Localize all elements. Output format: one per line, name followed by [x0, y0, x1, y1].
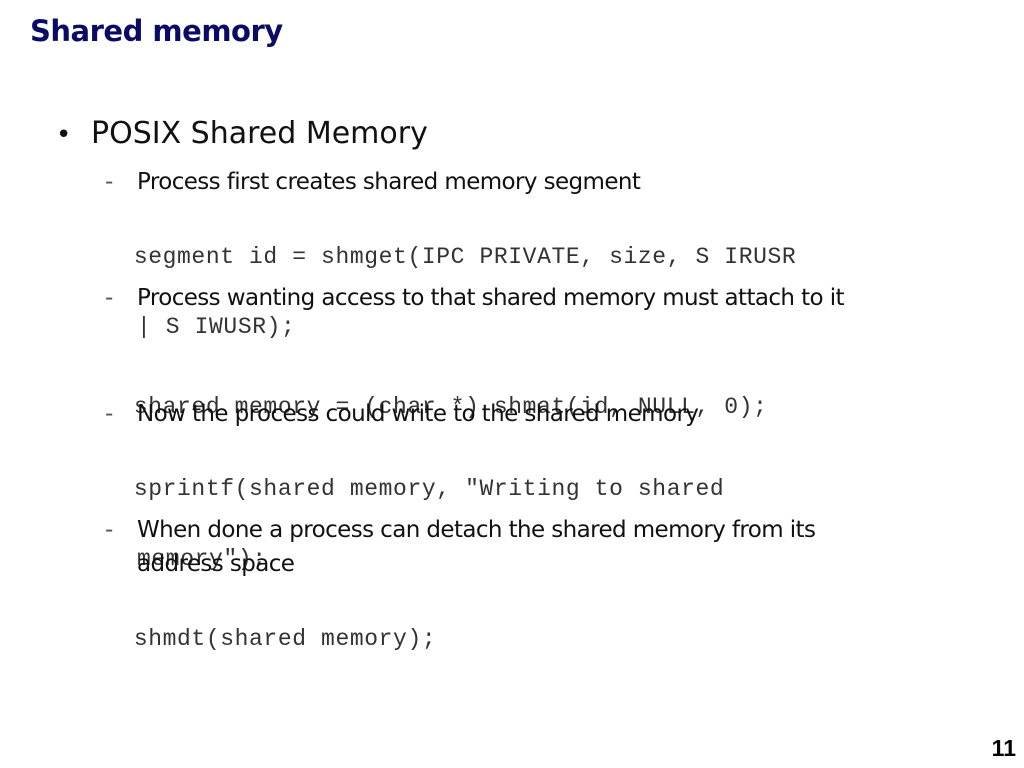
sub-item-text: When done a process can detach the share…	[137, 517, 816, 577]
code-line: sprintf(shared memory, "Writing to share…	[133, 476, 725, 502]
sub-item-create-segment: - Process first creates shared memory se…	[105, 165, 897, 199]
bullet-text: POSIX Shared Memory	[91, 116, 428, 151]
sub-item-write: - Now the process could write to the sha…	[105, 397, 897, 431]
slide-title: Shared memory	[30, 14, 283, 48]
bullet-posix-shared-memory: • POSIX Shared Memory	[56, 116, 428, 151]
code-line: shmdt(shared memory);	[133, 626, 437, 652]
sub-item-text: Process wanting access to that shared me…	[137, 285, 845, 311]
code-line-continuation: | S IWUSR);	[137, 314, 296, 340]
sub-item-text: Process first creates shared memory segm…	[137, 169, 641, 195]
page-number: 11	[991, 735, 1016, 761]
bullet-marker: •	[56, 120, 72, 150]
dash-marker: -	[105, 401, 113, 427]
sub-item-detach: - When done a process can detach the sha…	[105, 513, 897, 581]
code-shmdt: shmdt(shared memory);	[105, 587, 436, 657]
sub-item-attach: - Process wanting access to that shared …	[105, 281, 897, 315]
dash-marker: -	[105, 517, 113, 543]
dash-marker: -	[105, 285, 113, 311]
sub-item-text: Now the process could write to the share…	[137, 401, 699, 427]
code-line: segment id = shmget(IPC PRIVATE, size, S…	[133, 244, 797, 270]
dash-marker: -	[105, 169, 113, 195]
